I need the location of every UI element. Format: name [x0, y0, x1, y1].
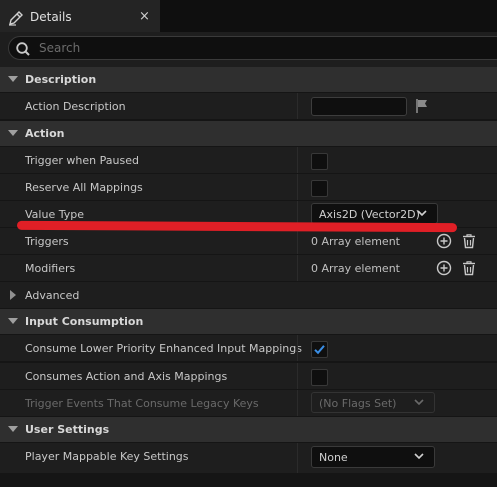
- search-input[interactable]: Search: [8, 36, 497, 60]
- row-modifiers: Modifiers 0 Array element: [0, 255, 497, 281]
- section-action[interactable]: Action: [0, 121, 497, 146]
- trigger-events-legacy-selected: (No Flags Set): [319, 397, 397, 410]
- value-type-selected: Axis2D (Vector2D): [319, 208, 420, 221]
- row-label: Consume Lower Priority Enhanced Input Ma…: [25, 342, 302, 355]
- row-advanced[interactable]: Advanced: [0, 282, 497, 308]
- row-label: Action Description: [25, 100, 126, 113]
- row-consume-lower-priority: Consume Lower Priority Enhanced Input Ma…: [0, 335, 497, 361]
- modifiers-count: 0 Array element: [311, 262, 400, 275]
- chevron-down-icon: [8, 426, 18, 432]
- section-input-consumption[interactable]: Input Consumption: [0, 309, 497, 334]
- trash-icon[interactable]: [461, 233, 477, 249]
- row-consumes-action-axis: Consumes Action and Axis Mappings: [0, 363, 497, 389]
- close-icon[interactable]: ×: [139, 9, 150, 24]
- plus-circle-icon[interactable]: [436, 260, 452, 276]
- row-label: Reserve All Mappings: [25, 181, 143, 194]
- column-divider[interactable]: [297, 335, 298, 361]
- tab-bar: Details ×: [0, 0, 497, 32]
- player-mappable-selected: None: [319, 451, 348, 464]
- trigger-when-paused-checkbox[interactable]: [311, 153, 328, 170]
- checkmark-icon: [314, 345, 325, 355]
- column-divider[interactable]: [297, 255, 298, 281]
- chevron-down-icon: [8, 318, 18, 324]
- column-divider[interactable]: [297, 93, 298, 119]
- trigger-events-legacy-dropdown[interactable]: (No Flags Set): [311, 392, 435, 413]
- action-description-input[interactable]: [311, 97, 407, 116]
- row-label: Triggers: [25, 235, 69, 248]
- search-area: Search: [0, 32, 497, 68]
- column-divider[interactable]: [297, 147, 298, 173]
- column-divider[interactable]: [297, 174, 298, 200]
- flag-icon[interactable]: [415, 98, 429, 114]
- row-player-mappable: Player Mappable Key Settings None: [0, 443, 497, 473]
- section-description[interactable]: Description: [0, 67, 497, 92]
- reserve-all-mappings-checkbox[interactable]: [311, 180, 328, 197]
- consumes-action-axis-checkbox[interactable]: [311, 369, 328, 386]
- chevron-down-icon: [417, 210, 427, 217]
- chevron-right-icon: [10, 290, 16, 300]
- value-type-dropdown[interactable]: Axis2D (Vector2D): [311, 203, 438, 224]
- row-label: Trigger Events That Consume Legacy Keys: [25, 397, 259, 410]
- chevron-down-icon: [8, 76, 18, 82]
- consume-lower-priority-checkbox[interactable]: [311, 341, 328, 358]
- tab-details[interactable]: Details ×: [0, 0, 160, 32]
- section-label: Description: [25, 73, 97, 86]
- tab-title: Details: [30, 10, 72, 24]
- chevron-down-icon: [414, 399, 424, 406]
- plus-circle-icon[interactable]: [436, 233, 452, 249]
- row-label: Value Type: [25, 208, 84, 221]
- panel-footer: [0, 473, 497, 487]
- chevron-down-icon: [8, 130, 18, 136]
- row-label: Trigger when Paused: [25, 154, 139, 167]
- section-label: Input Consumption: [25, 315, 144, 328]
- chevron-down-icon: [414, 453, 424, 460]
- column-divider[interactable]: [297, 228, 298, 254]
- search-placeholder: Search: [39, 41, 81, 55]
- row-reserve-all-mappings: Reserve All Mappings: [0, 174, 497, 200]
- row-label: Player Mappable Key Settings: [25, 450, 189, 463]
- row-trigger-events-legacy: Trigger Events That Consume Legacy Keys …: [0, 390, 497, 416]
- row-label: Modifiers: [25, 262, 76, 275]
- section-label: User Settings: [25, 423, 110, 436]
- section-label: Action: [25, 127, 65, 140]
- player-mappable-dropdown[interactable]: None: [311, 446, 435, 468]
- row-action-description: Action Description: [0, 93, 497, 119]
- column-divider[interactable]: [297, 390, 298, 416]
- row-trigger-when-paused: Trigger when Paused: [0, 147, 497, 173]
- trash-icon[interactable]: [461, 260, 477, 276]
- column-divider[interactable]: [297, 363, 298, 389]
- row-label: Advanced: [25, 289, 80, 302]
- column-divider[interactable]: [297, 443, 298, 473]
- section-user-settings[interactable]: User Settings: [0, 417, 497, 442]
- row-label: Consumes Action and Axis Mappings: [25, 370, 228, 383]
- search-icon: [16, 42, 30, 56]
- triggers-count: 0 Array element: [311, 235, 400, 248]
- pencil-icon: [9, 11, 23, 26]
